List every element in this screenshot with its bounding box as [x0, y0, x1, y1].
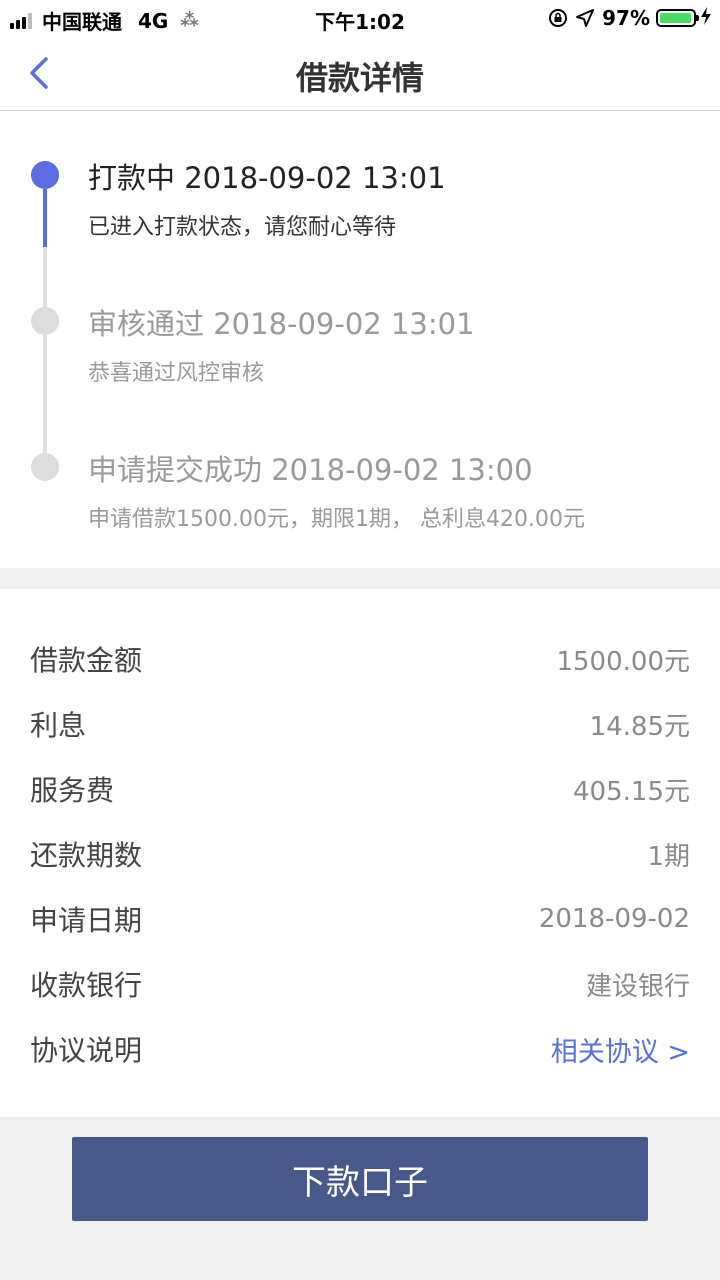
detail-row-service-fee: 服务费 405.15元	[30, 769, 690, 809]
detail-label: 借款金额	[30, 644, 143, 677]
detail-row-amount: 借款金额 1500.00元	[30, 639, 690, 679]
detail-label: 还款期数	[30, 839, 143, 872]
detail-value: 2018-09-02	[538, 904, 690, 934]
detail-label: 利息	[30, 709, 87, 742]
page-title: 借款详情	[295, 59, 424, 97]
timeline-step-title: 申请提交成功 2018-09-02 13:00	[88, 453, 533, 487]
status-bar: 中国联通 4G ⁂ 下午1:02 97%	[0, 0, 720, 36]
timeline-step-desc: 已进入打款状态，请您耐心等待	[88, 215, 397, 240]
detail-row-bank: 收款银行 建设银行	[30, 964, 690, 1004]
battery-icon	[656, 9, 699, 27]
detail-row-apply-date: 申请日期 2018-09-02	[30, 899, 690, 939]
detail-value: 建设银行	[585, 971, 690, 1002]
detail-label: 服务费	[30, 774, 115, 807]
detail-label: 协议说明	[30, 1034, 143, 1067]
detail-value: 14.85元	[589, 711, 690, 742]
timeline-step-title: 打款中 2018-09-02 13:01	[88, 161, 446, 195]
timeline-dot	[31, 307, 59, 335]
battery-percent: 97%	[602, 6, 650, 30]
loan-details-card: 借款金额 1500.00元 利息 14.85元 服务费 405.15元 还款期数…	[0, 589, 720, 1117]
detail-value: 405.15元	[573, 776, 690, 807]
timeline-step-title: 审核通过 2018-09-02 13:01	[88, 307, 475, 341]
rotation-lock-icon	[548, 8, 568, 28]
detail-row-periods: 还款期数 1期	[30, 834, 690, 874]
location-arrow-icon	[576, 9, 595, 27]
status-right: 97%	[548, 6, 712, 30]
detail-label: 收款银行	[30, 969, 143, 1002]
timeline-line-active	[43, 189, 47, 247]
detail-value: 1期	[647, 841, 690, 872]
agreement-link[interactable]: 相关协议 >	[551, 1030, 690, 1069]
timeline-step-desc: 恭喜通过风控审核	[88, 361, 265, 386]
timeline-line-pending	[43, 335, 47, 453]
loan-channel-button[interactable]: 下款口子	[72, 1137, 648, 1221]
detail-row-agreement: 协议说明 相关协议 >	[30, 1029, 690, 1069]
nav-bar: 借款详情	[0, 36, 720, 111]
charging-bolt-icon	[700, 6, 712, 30]
battery-fill	[660, 13, 691, 23]
detail-row-interest: 利息 14.85元	[30, 704, 690, 744]
detail-value: 1500.00元	[556, 646, 690, 677]
detail-label: 申请日期	[30, 904, 143, 937]
timeline-dot-active	[31, 161, 59, 189]
timeline-dot	[31, 453, 59, 481]
timeline-card: 打款中 2018-09-02 13:01 已进入打款状态，请您耐心等待 审核通过…	[0, 111, 720, 568]
timeline-step-desc: 申请借款1500.00元，期限1期， 总利息420.00元	[88, 507, 585, 532]
